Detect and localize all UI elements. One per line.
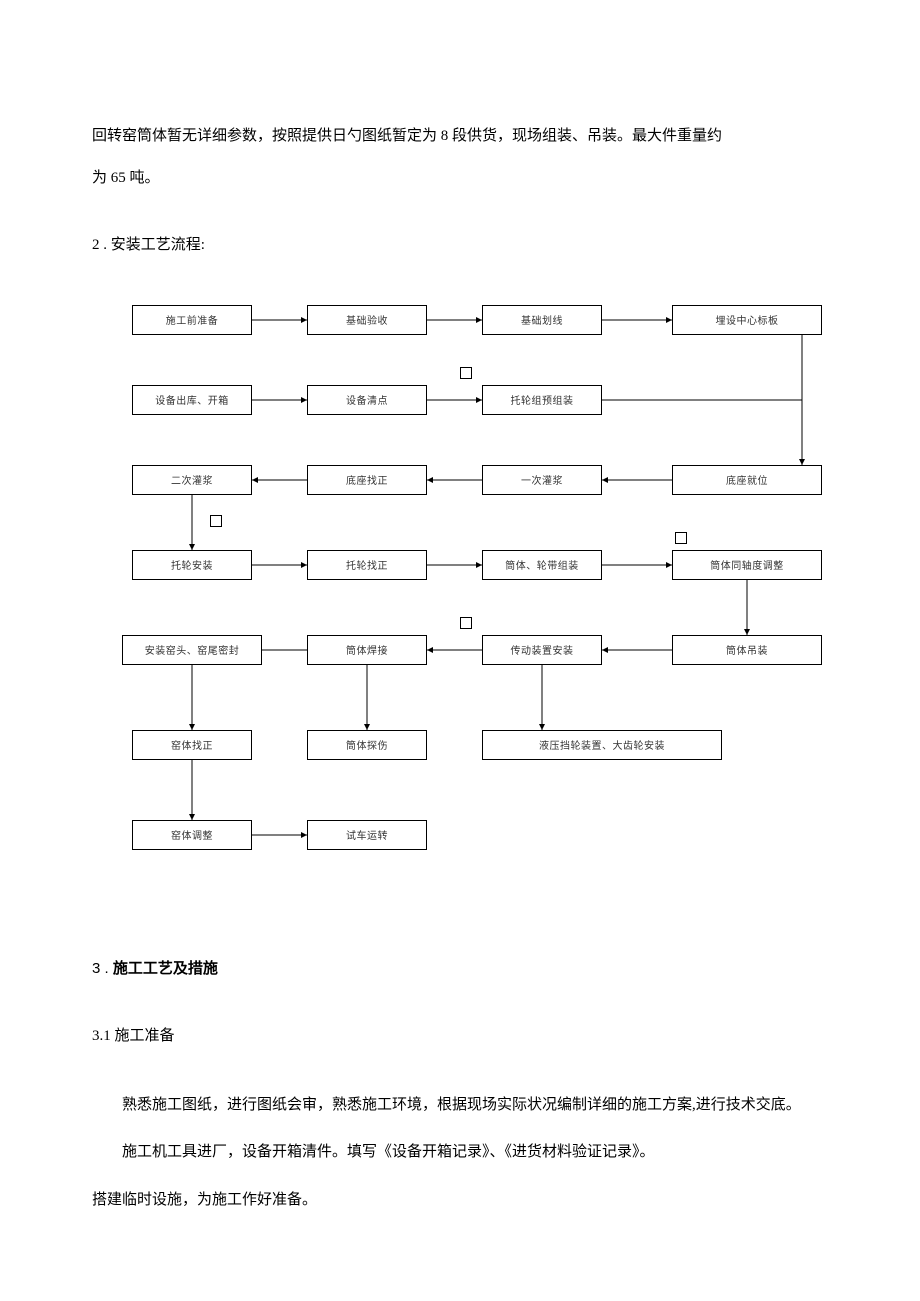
flowchart: 施工前准备 基础验收 基础划线 埋设中心标板 设备出库、开箱 设备清点 托轮组预…	[122, 300, 842, 920]
flow-box: 窑体调整	[132, 820, 252, 850]
flow-box: 埋设中心标板	[672, 305, 822, 335]
flow-box: 托轮找正	[307, 550, 427, 580]
flow-box: 基础划线	[482, 305, 602, 335]
flow-square	[460, 367, 472, 379]
paragraph-3-1-a: 熟悉施工图纸，进行图纸会审，熟悉施工环境，根据现场实际状况编制详细的施工方案,进…	[92, 1084, 828, 1128]
flow-box: 施工前准备	[132, 305, 252, 335]
flow-box: 试车运转	[307, 820, 427, 850]
flow-box: 底座找正	[307, 465, 427, 495]
flow-box: 一次灌浆	[482, 465, 602, 495]
section-3-heading: 3 . 施工工艺及措施	[92, 950, 828, 989]
section-3-title: 施工工艺及措施	[113, 961, 218, 977]
flow-box: 底座就位	[672, 465, 822, 495]
flow-box: 筒体探伤	[307, 730, 427, 760]
flow-box: 设备出库、开箱	[132, 385, 252, 415]
flow-square	[460, 617, 472, 629]
document-body: 回转窑筒体暂无详细参数，按照提供日勺图纸暂定为 8 段供货，现场组装、吊装。最大…	[0, 0, 920, 1222]
flow-box: 二次灌浆	[132, 465, 252, 495]
flow-box: 液压挡轮装置、大齿轮安装	[482, 730, 722, 760]
section-2-heading: 2 . 安装工艺流程:	[92, 227, 828, 265]
flow-box: 托轮安装	[132, 550, 252, 580]
flow-box: 窑体找正	[132, 730, 252, 760]
section-3-1-heading: 3.1 施工准备	[92, 1018, 828, 1056]
flow-box: 传动装置安装	[482, 635, 602, 665]
flow-box: 筒体焊接	[307, 635, 427, 665]
paragraph-intro-1: 回转窑筒体暂无详细参数，按照提供日勺图纸暂定为 8 段供货，现场组装、吊装。最大…	[92, 115, 828, 157]
flow-box: 安装窑头、窑尾密封	[122, 635, 262, 665]
flow-box: 托轮组预组装	[482, 385, 602, 415]
flow-box: 筒体、轮带组装	[482, 550, 602, 580]
flow-box: 基础验收	[307, 305, 427, 335]
paragraph-3-1-b: 施工机工具进厂，设备开箱清件。填写《设备开箱记录》、《进货材料验证记录》。	[92, 1131, 828, 1175]
flow-box: 筒体同轴度调整	[672, 550, 822, 580]
paragraph-intro-2: 为 65 吨。	[92, 157, 828, 199]
flow-square	[210, 515, 222, 527]
flow-box: 筒体吊装	[672, 635, 822, 665]
flow-square	[675, 532, 687, 544]
paragraph-3-1-c: 搭建临时设施，为施工作好准备。	[92, 1179, 828, 1223]
flow-box: 设备清点	[307, 385, 427, 415]
section-3-number: 3 .	[92, 960, 113, 977]
